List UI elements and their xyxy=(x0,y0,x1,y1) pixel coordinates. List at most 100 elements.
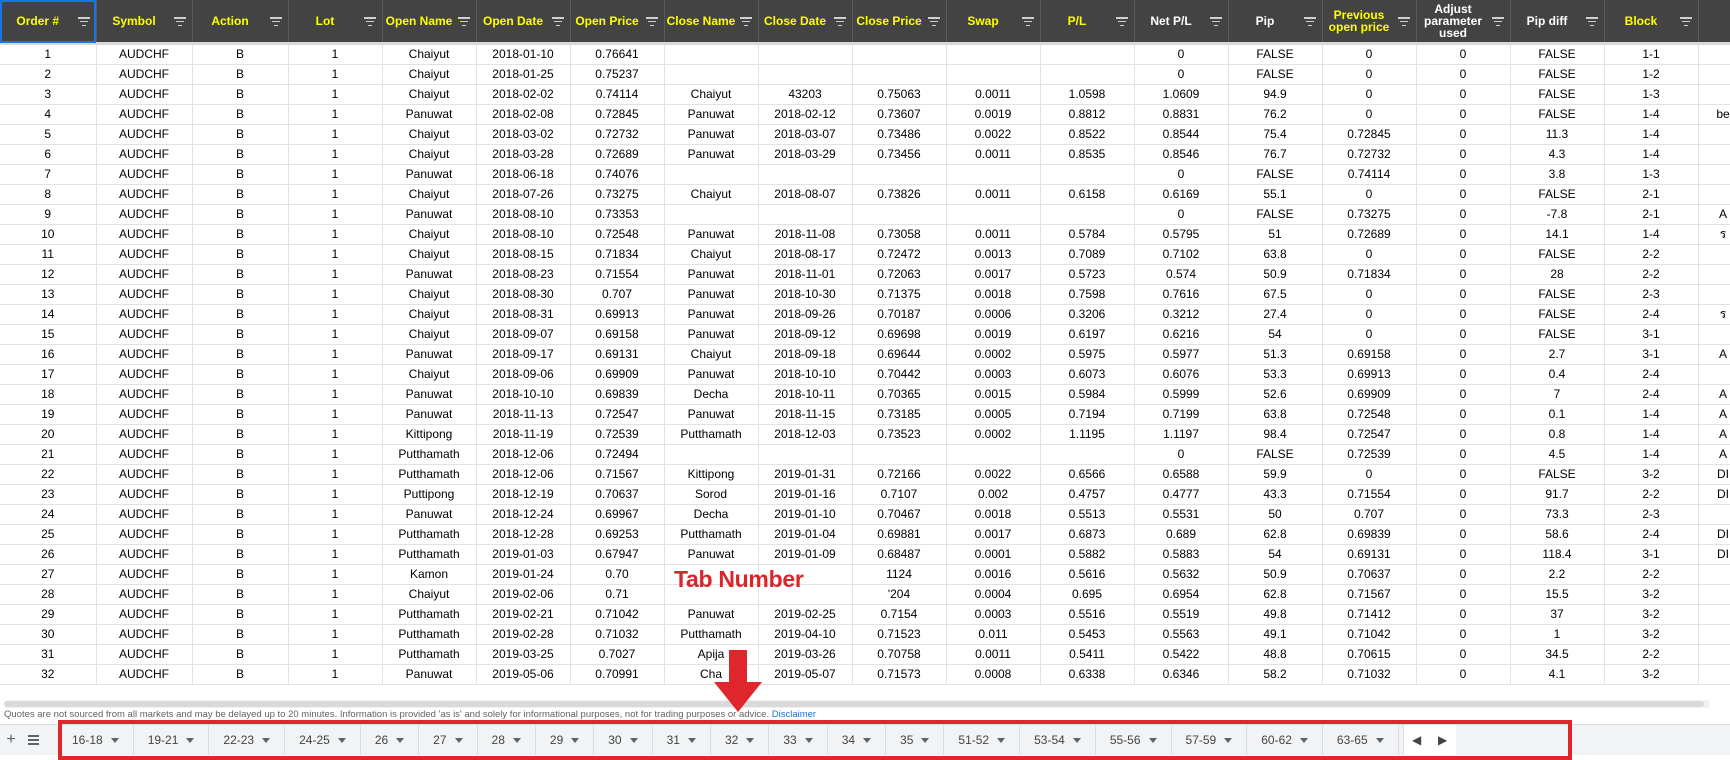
table-cell[interactable]: 2018-03-29 xyxy=(758,144,853,165)
table-cell[interactable]: 2-2 xyxy=(1604,264,1699,285)
chevron-down-icon[interactable] xyxy=(804,737,813,743)
table-cell[interactable]: DI xyxy=(1698,544,1730,565)
table-cell[interactable]: 2018-03-28 xyxy=(476,144,571,165)
table-cell[interactable]: 0.6873 xyxy=(1040,524,1135,545)
table-cell[interactable]: 0.70442 xyxy=(852,364,947,385)
sheet-tab[interactable]: 28 xyxy=(478,725,536,755)
table-cell[interactable]: 20 xyxy=(0,424,97,445)
table-cell[interactable]: Panuwat xyxy=(664,324,759,345)
table-cell[interactable]: 0.0005 xyxy=(946,404,1041,425)
table-cell[interactable]: B xyxy=(192,184,289,205)
table-cell[interactable]: 1 xyxy=(288,43,383,65)
table-cell[interactable]: 0.70637 xyxy=(570,484,665,505)
table-cell[interactable]: AUDCHF xyxy=(96,124,193,145)
table-cell[interactable]: 0 xyxy=(1416,144,1511,165)
table-cell[interactable] xyxy=(946,64,1041,85)
table-cell[interactable]: B xyxy=(192,604,289,625)
table-cell[interactable]: 14 xyxy=(0,304,97,325)
chevron-down-icon[interactable] xyxy=(262,737,271,743)
table-cell[interactable]: 0.7199 xyxy=(1134,404,1229,425)
table-cell[interactable]: 0.7089 xyxy=(1040,244,1135,265)
table-cell[interactable]: 0 xyxy=(1416,324,1511,345)
table-cell[interactable]: Putthamath xyxy=(382,444,477,465)
table-cell[interactable]: A xyxy=(1698,384,1730,405)
table-cell[interactable]: B xyxy=(192,284,289,305)
table-cell[interactable] xyxy=(1698,43,1730,65)
table-cell[interactable]: 2018-09-17 xyxy=(476,344,571,365)
table-cell[interactable]: 0.72547 xyxy=(1322,424,1417,445)
table-cell[interactable]: 2018-10-10 xyxy=(758,364,853,385)
filter-icon[interactable] xyxy=(269,17,282,26)
scroll-tabs-right-button[interactable]: ▶ xyxy=(1430,733,1456,747)
table-cell[interactable]: 3-1 xyxy=(1604,544,1699,565)
table-cell[interactable]: 2018-12-24 xyxy=(476,504,571,525)
filter-icon[interactable] xyxy=(551,17,564,26)
sheet-tab[interactable]: 31 xyxy=(653,725,711,755)
table-cell[interactable]: 0.75063 xyxy=(852,84,947,105)
table-cell[interactable]: 0.72063 xyxy=(852,264,947,285)
horizontal-scrollbar[interactable] xyxy=(4,700,1710,708)
table-cell[interactable]: 3-2 xyxy=(1604,464,1699,485)
table-cell[interactable] xyxy=(664,164,759,185)
table-cell[interactable]: Panuwat xyxy=(664,364,759,385)
table-cell[interactable]: 2018-12-28 xyxy=(476,524,571,545)
table-cell[interactable]: B xyxy=(192,444,289,465)
chevron-down-icon[interactable] xyxy=(997,737,1006,743)
table-cell[interactable]: B xyxy=(192,244,289,265)
table-cell[interactable]: 0 xyxy=(1416,404,1511,425)
table-cell[interactable]: Putthamath xyxy=(382,464,477,485)
table-cell[interactable]: 11 xyxy=(0,244,97,265)
chevron-down-icon[interactable] xyxy=(1224,737,1233,743)
table-cell[interactable]: -7.8 xyxy=(1510,204,1605,225)
table-cell[interactable]: 63.8 xyxy=(1228,404,1323,425)
filter-icon[interactable] xyxy=(927,17,940,26)
table-cell[interactable]: B xyxy=(192,464,289,485)
table-cell[interactable]: 1124 xyxy=(852,564,947,585)
table-cell[interactable]: 7 xyxy=(0,164,97,185)
table-cell[interactable]: 0.69131 xyxy=(570,344,665,365)
table-cell[interactable]: 0.72845 xyxy=(1322,124,1417,145)
table-cell[interactable]: 0.8544 xyxy=(1134,124,1229,145)
scroll-tabs-left-button[interactable]: ◀ xyxy=(1404,733,1430,747)
table-cell[interactable]: AUDCHF xyxy=(96,624,193,645)
table-cell[interactable]: 2019-02-28 xyxy=(476,624,571,645)
table-cell[interactable]: 1 xyxy=(288,584,383,605)
table-cell[interactable]: FALSE xyxy=(1510,104,1605,125)
filter-icon[interactable] xyxy=(363,17,376,26)
table-cell[interactable]: AUDCHF xyxy=(96,184,193,205)
table-cell[interactable]: 1 xyxy=(288,424,383,445)
table-cell[interactable]: 0.5984 xyxy=(1040,384,1135,405)
table-cell[interactable]: 2018-10-10 xyxy=(476,384,571,405)
table-cell[interactable] xyxy=(758,444,853,465)
all-sheets-button[interactable] xyxy=(22,725,44,755)
table-cell[interactable]: 0.6158 xyxy=(1040,184,1135,205)
table-cell[interactable]: Chaiyut xyxy=(382,584,477,605)
chevron-down-icon[interactable] xyxy=(571,737,580,743)
column-header[interactable]: Net P/L xyxy=(1134,0,1229,45)
chevron-down-icon[interactable] xyxy=(512,737,521,743)
table-cell[interactable]: 0.8 xyxy=(1510,424,1605,445)
sheet-tab[interactable]: 22-23 xyxy=(209,725,286,755)
table-cell[interactable]: AUDCHF xyxy=(96,544,193,565)
table-cell[interactable]: 1 xyxy=(288,324,383,345)
table-cell[interactable]: 5 xyxy=(0,124,97,145)
table-cell[interactable]: 1 xyxy=(288,204,383,225)
table-cell[interactable]: 2-2 xyxy=(1604,244,1699,265)
table-cell[interactable]: 31 xyxy=(0,644,97,665)
table-cell[interactable]: 0 xyxy=(1416,64,1511,85)
filter-icon[interactable] xyxy=(1209,17,1222,26)
table-cell[interactable]: 1.0609 xyxy=(1134,84,1229,105)
table-cell[interactable]: Chaiyut xyxy=(664,244,759,265)
table-cell[interactable]: FALSE xyxy=(1228,64,1323,85)
table-cell[interactable]: 0.69839 xyxy=(570,384,665,405)
table-cell[interactable]: AUDCHF xyxy=(96,604,193,625)
table-cell[interactable]: 0.69909 xyxy=(1322,384,1417,405)
table-cell[interactable]: 0.71554 xyxy=(1322,484,1417,505)
table-cell[interactable]: 0 xyxy=(1416,344,1511,365)
table-cell[interactable]: 2019-05-06 xyxy=(476,664,571,685)
table-cell[interactable]: B xyxy=(192,384,289,405)
table-cell[interactable]: DI xyxy=(1698,464,1730,485)
table-cell[interactable]: B xyxy=(192,664,289,685)
table-cell[interactable]: FALSE xyxy=(1510,324,1605,345)
sheet-tab[interactable]: 26 xyxy=(361,725,420,755)
